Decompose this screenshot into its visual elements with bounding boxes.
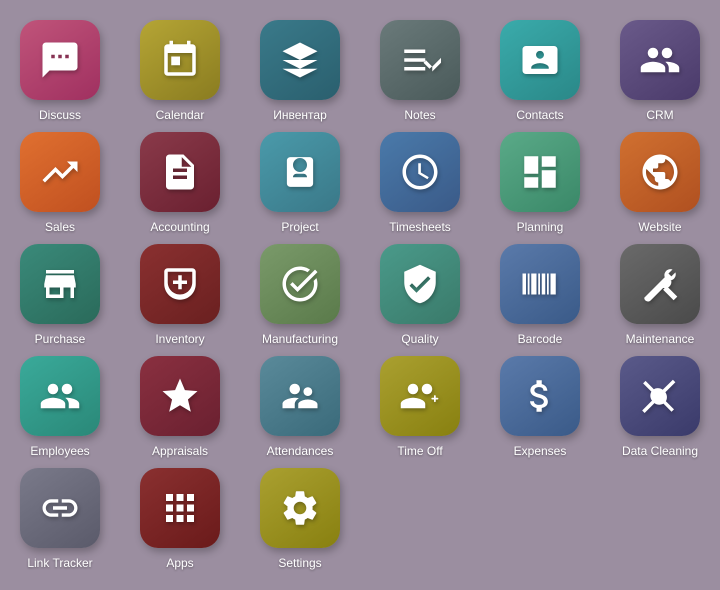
website-icon xyxy=(620,132,700,212)
accounting-icon xyxy=(140,132,220,212)
appraisals-label: Appraisals xyxy=(152,444,208,458)
timeoff-label: Time Off xyxy=(397,444,442,458)
datacleaning-icon xyxy=(620,356,700,436)
website-label: Website xyxy=(638,220,681,234)
app-barcode[interactable]: Barcode xyxy=(485,244,595,346)
app-linktracker[interactable]: Link Tracker xyxy=(5,468,115,570)
app-maintenance[interactable]: Maintenance xyxy=(605,244,715,346)
app-calendar[interactable]: Calendar xyxy=(125,20,235,122)
attendances-label: Attendances xyxy=(267,444,334,458)
sales-icon xyxy=(20,132,100,212)
contacts-label: Contacts xyxy=(516,108,563,122)
expenses-icon xyxy=(500,356,580,436)
app-sales[interactable]: Sales xyxy=(5,132,115,234)
manufacturing-label: Manufacturing xyxy=(262,332,338,346)
timesheets-label: Timesheets xyxy=(389,220,451,234)
app-apps[interactable]: Apps xyxy=(125,468,235,570)
app-timeoff[interactable]: Time Off xyxy=(365,356,475,458)
maintenance-icon xyxy=(620,244,700,324)
app-notes[interactable]: Notes xyxy=(365,20,475,122)
notes-label: Notes xyxy=(404,108,435,122)
crm-icon xyxy=(620,20,700,100)
appraisals-icon xyxy=(140,356,220,436)
planning-label: Planning xyxy=(517,220,564,234)
app-appraisals[interactable]: Appraisals xyxy=(125,356,235,458)
app-settings[interactable]: Settings xyxy=(245,468,355,570)
contacts-icon xyxy=(500,20,580,100)
barcode-label: Barcode xyxy=(518,332,563,346)
timesheets-icon xyxy=(380,132,460,212)
app-attendances[interactable]: Attendances xyxy=(245,356,355,458)
linktracker-icon xyxy=(20,468,100,548)
inventar-label: Инвентар xyxy=(273,108,327,122)
apps-icon xyxy=(140,468,220,548)
employees-label: Employees xyxy=(30,444,89,458)
purchase-label: Purchase xyxy=(35,332,86,346)
datacleaning-label: Data Cleaning xyxy=(622,444,698,458)
app-inventory[interactable]: Inventory xyxy=(125,244,235,346)
app-website[interactable]: Website xyxy=(605,132,715,234)
app-project[interactable]: Project xyxy=(245,132,355,234)
purchase-icon xyxy=(20,244,100,324)
app-grid: Discuss Calendar Инвентар Notes Contacts… xyxy=(0,0,720,590)
settings-icon xyxy=(260,468,340,548)
apps-label: Apps xyxy=(166,556,193,570)
app-planning[interactable]: Planning xyxy=(485,132,595,234)
employees-icon xyxy=(20,356,100,436)
barcode-icon xyxy=(500,244,580,324)
app-expenses[interactable]: Expenses xyxy=(485,356,595,458)
app-datacleaning[interactable]: Data Cleaning xyxy=(605,356,715,458)
linktracker-label: Link Tracker xyxy=(27,556,92,570)
settings-label: Settings xyxy=(278,556,321,570)
crm-label: CRM xyxy=(646,108,673,122)
expenses-label: Expenses xyxy=(514,444,567,458)
app-quality[interactable]: Quality xyxy=(365,244,475,346)
discuss-label: Discuss xyxy=(39,108,81,122)
app-purchase[interactable]: Purchase xyxy=(5,244,115,346)
app-inventar[interactable]: Инвентар xyxy=(245,20,355,122)
accounting-label: Accounting xyxy=(150,220,209,234)
quality-label: Quality xyxy=(401,332,438,346)
inventory-icon xyxy=(140,244,220,324)
calendar-label: Calendar xyxy=(156,108,205,122)
quality-icon xyxy=(380,244,460,324)
app-crm[interactable]: CRM xyxy=(605,20,715,122)
app-timesheets[interactable]: Timesheets xyxy=(365,132,475,234)
planning-icon xyxy=(500,132,580,212)
calendar-icon xyxy=(140,20,220,100)
inventory-label: Inventory xyxy=(155,332,204,346)
sales-label: Sales xyxy=(45,220,75,234)
attendances-icon xyxy=(260,356,340,436)
maintenance-label: Maintenance xyxy=(626,332,695,346)
app-discuss[interactable]: Discuss xyxy=(5,20,115,122)
notes-icon xyxy=(380,20,460,100)
timeoff-icon xyxy=(380,356,460,436)
manufacturing-icon xyxy=(260,244,340,324)
app-contacts[interactable]: Contacts xyxy=(485,20,595,122)
app-employees[interactable]: Employees xyxy=(5,356,115,458)
project-icon xyxy=(260,132,340,212)
project-label: Project xyxy=(281,220,318,234)
discuss-icon xyxy=(20,20,100,100)
app-manufacturing[interactable]: Manufacturing xyxy=(245,244,355,346)
inventar-icon xyxy=(260,20,340,100)
app-accounting[interactable]: Accounting xyxy=(125,132,235,234)
